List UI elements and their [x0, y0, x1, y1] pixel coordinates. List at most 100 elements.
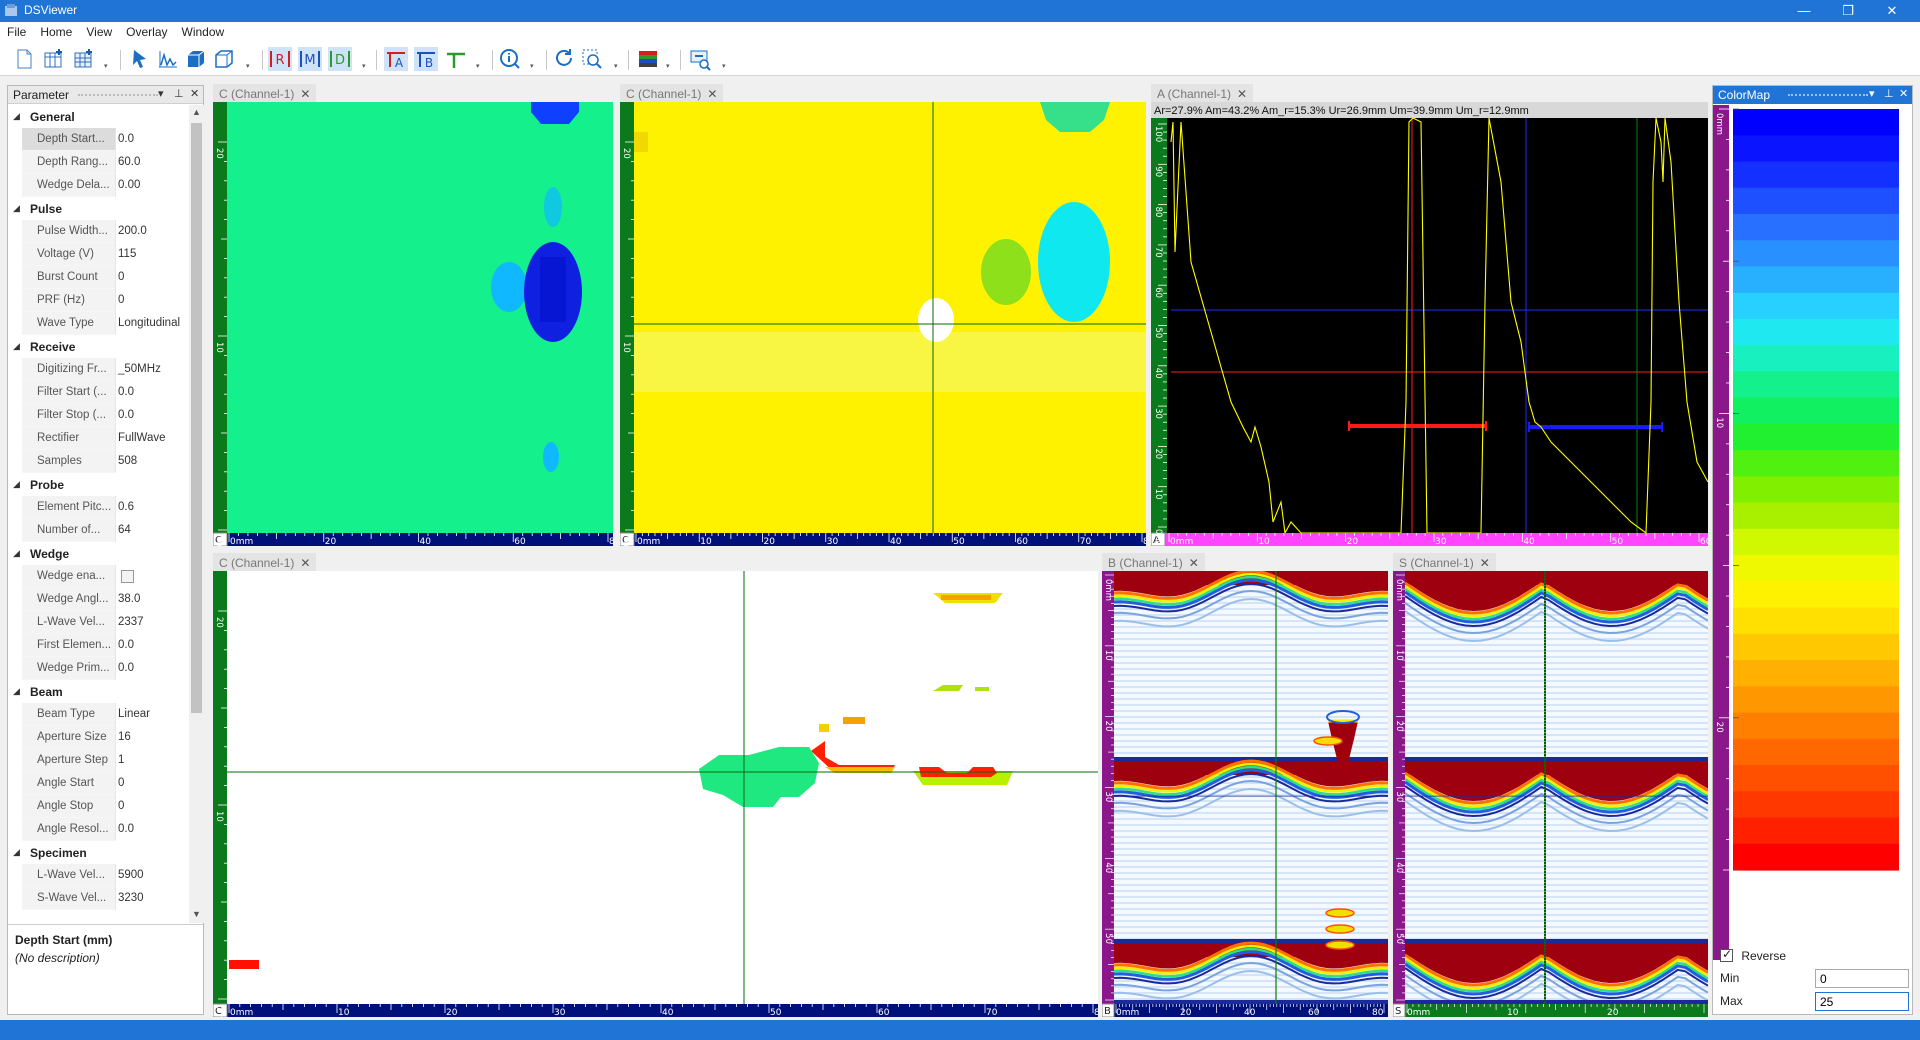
property-value[interactable]: 3230 [118, 892, 144, 904]
menu-window[interactable]: Window [175, 22, 232, 42]
property-value[interactable]: 0 [118, 800, 124, 812]
property-row[interactable]: Wedge Prim... 0.0 [8, 657, 188, 680]
cscan-view-1[interactable]: C (Channel-1)✕ C0mm2040608020100mm [213, 82, 613, 546]
cscan-view-2[interactable]: C (Channel-1)✕ C0mm102030405060708020100… [620, 82, 1146, 546]
tab-bscan[interactable]: B (Channel-1) ✕ [1102, 553, 1205, 571]
add-grid-icon[interactable] [72, 47, 96, 71]
property-value[interactable]: 0.0 [118, 409, 134, 421]
property-value[interactable]: 0 [118, 294, 124, 306]
new-file-icon[interactable] [12, 47, 36, 71]
collapse-triangle-icon[interactable]: ◢ [13, 479, 20, 490]
category-general[interactable]: ◢ General [8, 105, 188, 128]
category-wedge[interactable]: ◢ Wedge [8, 542, 188, 565]
collapse-triangle-icon[interactable]: ◢ [13, 847, 20, 858]
minimize-button[interactable]: — [1782, 0, 1826, 22]
gate-a-icon[interactable]: A [384, 47, 408, 71]
close-icon[interactable]: ✕ [1189, 556, 1199, 570]
close-icon[interactable]: ✕ [707, 87, 717, 101]
collapse-triangle-icon[interactable]: ◢ [13, 203, 20, 214]
collapse-triangle-icon[interactable]: ◢ [13, 111, 20, 122]
property-value[interactable]: 16 [118, 731, 131, 743]
collapse-triangle-icon[interactable]: ◢ [13, 548, 20, 559]
refresh-icon[interactable] [552, 47, 576, 71]
property-value[interactable]: Linear [118, 708, 150, 720]
property-value[interactable]: 0.0 [118, 662, 134, 674]
chevron-down-icon[interactable]: ▾ [104, 63, 110, 70]
pointer-select-icon[interactable] [128, 47, 152, 71]
property-value[interactable]: 64 [118, 524, 131, 536]
cscan-view-3[interactable]: C (Channel-1)✕ C0mm102030405060708020100… [213, 551, 1098, 1017]
category-beam[interactable]: ◢ Beam [8, 680, 188, 703]
chevron-down-icon[interactable]: ▾ [530, 63, 536, 70]
property-row[interactable]: Samples 508 [8, 450, 188, 473]
property-row[interactable]: Wedge Dela... 0.00 [8, 174, 188, 197]
property-value[interactable]: 0.0 [118, 639, 134, 651]
chevron-down-icon[interactable]: ▾ [1869, 87, 1875, 100]
property-row[interactable]: Depth Start... 0.0 [8, 128, 188, 151]
ascan-plot[interactable]: Ar=27.9% Am=43.2% Am_r=15.3% Ur=26.9mm U… [1151, 102, 1708, 546]
sscan-image[interactable]: S 0mm 10 20 0mm 10 20 30 40 50 [1393, 571, 1708, 1017]
min-input[interactable] [1815, 969, 1909, 988]
property-value[interactable]: _50MHz [118, 363, 161, 375]
property-value[interactable]: 2337 [118, 616, 144, 628]
property-value[interactable]: 60.0 [118, 156, 140, 168]
max-input[interactable] [1815, 992, 1909, 1011]
palette-icon[interactable] [636, 47, 660, 71]
scrollbar-thumb[interactable] [191, 123, 202, 713]
property-row[interactable]: Rectifier FullWave [8, 427, 188, 450]
volume-box-icon[interactable] [184, 47, 208, 71]
property-row[interactable]: Filter Start (... 0.0 [8, 381, 188, 404]
property-value[interactable]: 38.0 [118, 593, 140, 605]
chevron-down-icon[interactable]: ▾ [722, 63, 728, 70]
menu-home[interactable]: Home [33, 22, 79, 42]
menu-overlay[interactable]: Overlay [119, 22, 174, 42]
collapse-triangle-icon[interactable]: ◢ [13, 686, 20, 697]
tab-cscan-2[interactable]: C (Channel-1) ✕ [620, 84, 724, 102]
checkbox[interactable]: ✓ [1720, 947, 1733, 962]
property-row[interactable]: S-Wave Vel... 3230 [8, 887, 188, 910]
property-value[interactable]: 0.0 [118, 133, 134, 145]
property-row[interactable]: Angle Resol... 0.0 [8, 818, 188, 841]
property-value[interactable]: FullWave [118, 432, 166, 444]
property-row[interactable]: L-Wave Vel... 2337 [8, 611, 188, 634]
category-receive[interactable]: ◢ Receive [8, 335, 188, 358]
property-value[interactable]: 0 [118, 777, 124, 789]
tab-ascan[interactable]: A (Channel-1) ✕ [1151, 84, 1254, 102]
ascan-graph-icon[interactable] [156, 47, 180, 71]
tab-sscan[interactable]: S (Channel-1) ✕ [1393, 553, 1496, 571]
panel-grip[interactable] [78, 94, 158, 96]
property-row[interactable]: Aperture Step 1 [8, 749, 188, 772]
menu-view[interactable]: View [79, 22, 119, 42]
category-probe[interactable]: ◢ Probe [8, 473, 188, 496]
property-row[interactable]: Voltage (V) 115 [8, 243, 188, 266]
bscan-view[interactable]: B (Channel-1) ✕ B 0mm 20 40 60 80 0mm 10 20 30 40 50 [1102, 551, 1388, 1017]
chevron-down-icon[interactable]: ▾ [476, 63, 482, 70]
sscan-view[interactable]: S (Channel-1) ✕ S 0mm 10 20 0mm 10 20 30 40 50 [1393, 551, 1708, 1017]
property-value[interactable]: 115 [118, 248, 136, 260]
property-row[interactable]: Wave Type Longitudinal [8, 312, 188, 335]
property-row[interactable]: Aperture Size 16 [8, 726, 188, 749]
close-icon[interactable]: ✕ [1899, 87, 1908, 100]
gate-b-icon[interactable]: B [414, 47, 438, 71]
property-value[interactable]: 200.0 [118, 225, 147, 237]
close-button[interactable]: ✕ [1870, 0, 1914, 22]
pin-icon[interactable]: ⊥ [1884, 87, 1894, 100]
property-value[interactable]: 0.0 [118, 386, 134, 398]
close-icon[interactable]: ✕ [300, 87, 310, 101]
pin-icon[interactable]: ⊥ [174, 87, 184, 100]
zoom-region-icon[interactable] [580, 47, 604, 71]
screen-capture-icon[interactable] [688, 47, 712, 71]
category-pulse[interactable]: ◢ Pulse [8, 197, 188, 220]
reference-cursor-icon[interactable]: R [268, 47, 292, 71]
colormap-gradient[interactable]: 0mm 10 20 [1713, 105, 1912, 960]
property-row[interactable]: Number of... 64 [8, 519, 188, 542]
category-encoder[interactable]: ◢Encoder [8, 910, 188, 915]
property-row[interactable]: Digitizing Fr... _50MHz [8, 358, 188, 381]
cscan-image-3[interactable]: C0mm102030405060708020100mm [213, 571, 1098, 1017]
property-value[interactable]: 0.0 [118, 823, 134, 835]
info-icon[interactable] [498, 47, 522, 71]
wedge-enabled-checkbox[interactable] [121, 570, 134, 583]
tab-cscan-1[interactable]: C (Channel-1) ✕ [213, 84, 317, 102]
scroll-up-icon[interactable]: ▲ [192, 107, 201, 117]
property-row[interactable]: Filter Stop (... 0.0 [8, 404, 188, 427]
